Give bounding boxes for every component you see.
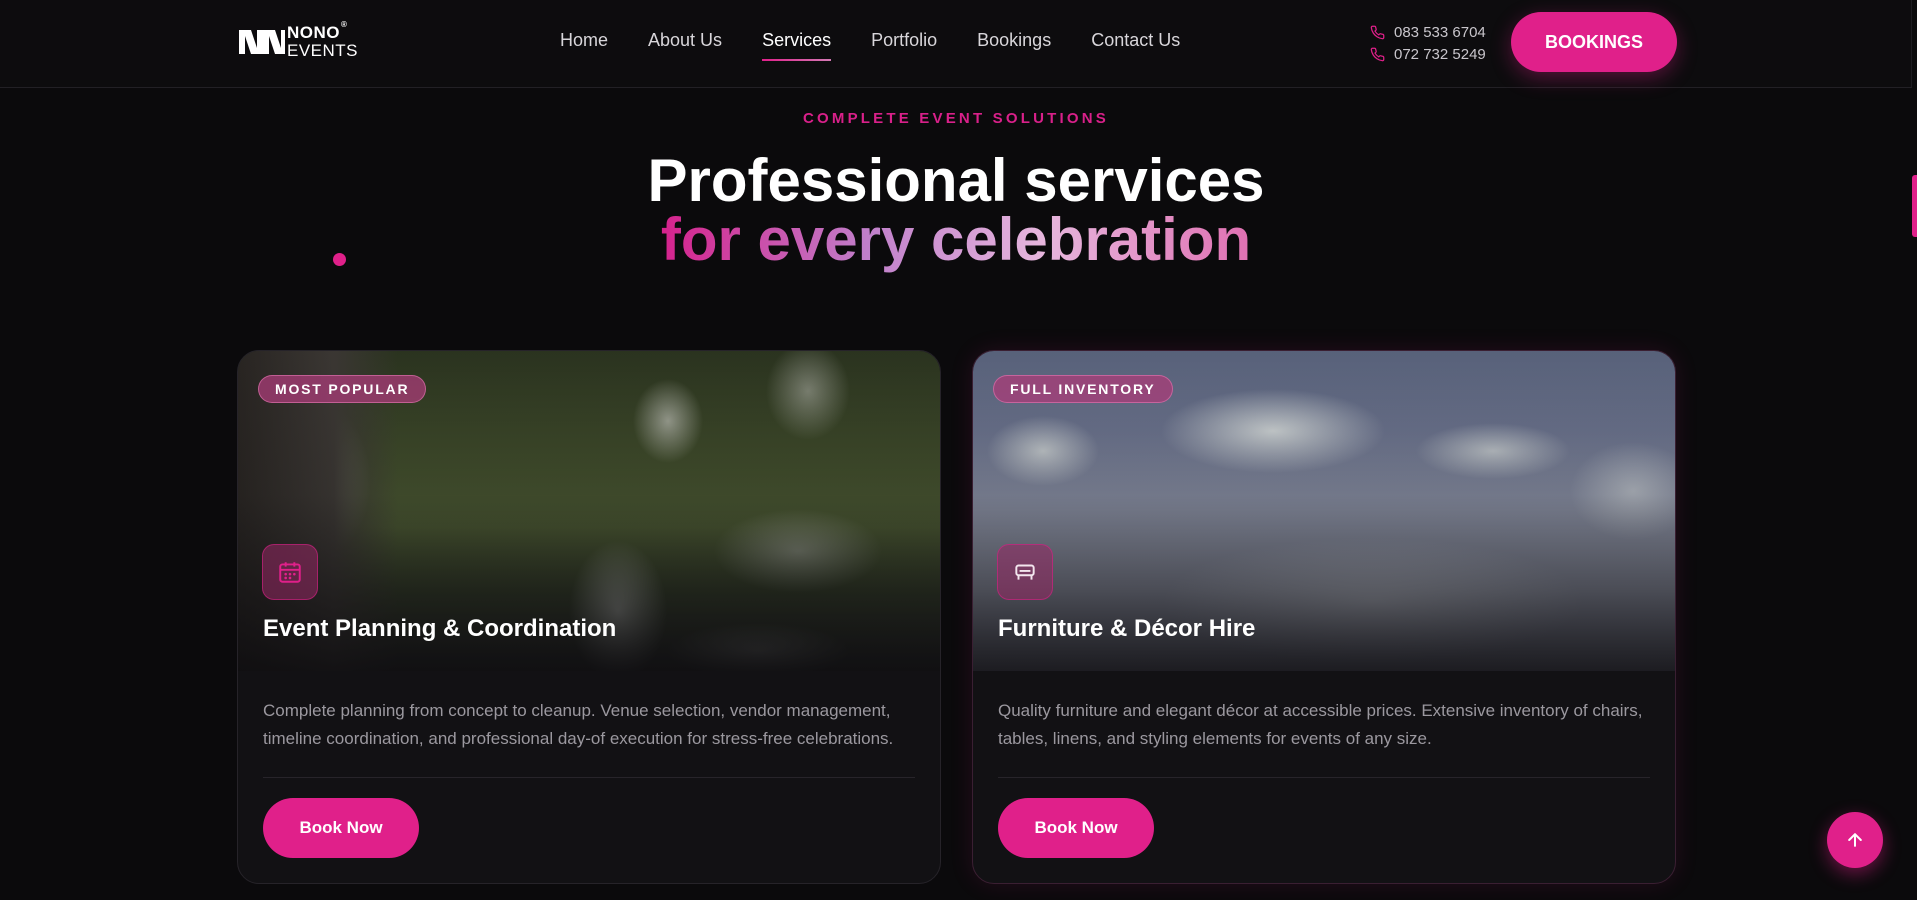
logo-mark-icon <box>239 30 285 54</box>
registered-mark: ® <box>341 19 348 29</box>
nav-contact-us[interactable]: Contact Us <box>1091 30 1180 61</box>
card-badge: MOST POPULAR <box>258 375 427 403</box>
decorative-dot <box>333 253 346 266</box>
nav-about-us[interactable]: About Us <box>648 30 722 61</box>
card-badge: FULL INVENTORY <box>993 375 1173 403</box>
logo-name-bottom: EVENTS <box>287 40 359 60</box>
nav-home[interactable]: Home <box>560 30 608 61</box>
contact-phones: 083 533 6704 072 732 5249 <box>1370 21 1486 65</box>
book-now-button[interactable]: Book Now <box>998 798 1154 858</box>
nav-portfolio[interactable]: Portfolio <box>871 30 937 61</box>
calendar-icon <box>262 544 318 600</box>
service-card-event-planning: MOST POPULAR Event Planning & Coordinati… <box>237 350 941 884</box>
section-title-gradient-text: for every celebration <box>660 206 1252 273</box>
scroll-indicator[interactable] <box>1912 175 1917 237</box>
phone-1[interactable]: 083 533 6704 <box>1370 21 1486 43</box>
nono-events-logo[interactable]: NONO® EVENTS <box>237 20 359 60</box>
section-title-line2: for every celebration <box>0 205 1912 274</box>
sofa-icon <box>997 544 1053 600</box>
phone-2[interactable]: 072 732 5249 <box>1370 43 1486 65</box>
logo-wordmark: NONO® EVENTS <box>287 20 359 60</box>
header-bookings-button[interactable]: BOOKINGS <box>1511 12 1677 72</box>
section-eyebrow: COMPLETE EVENT SOLUTIONS <box>803 110 1109 127</box>
card-image-event-planning: MOST POPULAR Event Planning & Coordinati… <box>238 351 940 671</box>
card-title: Event Planning & Coordination <box>263 615 617 642</box>
card-divider <box>263 777 915 778</box>
service-card-furniture-decor: FULL INVENTORY Furniture & Décor Hire Qu… <box>972 350 1676 884</box>
main-nav: Home About Us Services Portfolio Booking… <box>560 30 1220 61</box>
arrow-up-icon <box>1848 833 1862 847</box>
card-image-furniture-decor: FULL INVENTORY Furniture & Décor Hire <box>973 351 1675 671</box>
logo-name-top: NONO <box>287 22 340 42</box>
card-divider <box>998 777 1650 778</box>
card-description: Complete planning from concept to cleanu… <box>263 701 894 748</box>
phone-1-number: 083 533 6704 <box>1394 23 1486 41</box>
site-header: NONO® EVENTS Home About Us Services Port… <box>0 0 1912 88</box>
phone-icon <box>1370 47 1385 61</box>
phone-2-number: 072 732 5249 <box>1394 45 1486 63</box>
nav-bookings[interactable]: Bookings <box>977 30 1051 61</box>
back-to-top-button[interactable] <box>1827 812 1883 868</box>
phone-icon <box>1370 25 1385 39</box>
nav-services[interactable]: Services <box>762 30 832 61</box>
book-now-button[interactable]: Book Now <box>263 798 419 858</box>
card-title: Furniture & Décor Hire <box>998 615 1256 642</box>
card-description: Quality furniture and elegant décor at a… <box>998 701 1643 748</box>
